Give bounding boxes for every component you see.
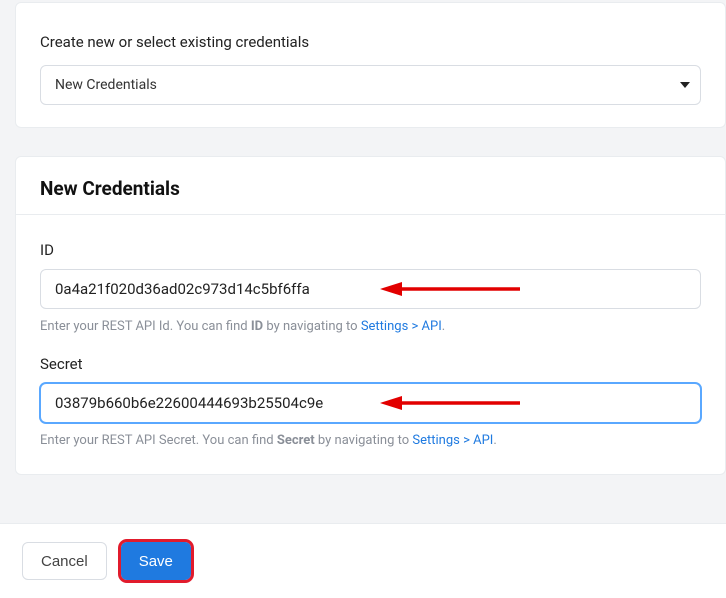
id-hint-prefix: Enter your REST API Id. You can find (40, 319, 251, 334)
card-title: New Credentials (40, 177, 701, 200)
credentials-dropdown-value: New Credentials (55, 77, 157, 93)
credentials-dropdown[interactable]: New Credentials (40, 65, 701, 105)
secret-hint-link[interactable]: Settings > API (412, 433, 493, 448)
secret-input[interactable] (40, 383, 701, 423)
secret-hint-suffix: . (493, 433, 496, 448)
id-input[interactable] (40, 269, 701, 309)
secret-hint-middle: by navigating to (315, 433, 413, 448)
chevron-down-icon (680, 82, 690, 88)
credentials-select-label: Create new or select existing credential… (40, 33, 701, 51)
id-hint-bold: ID (251, 319, 263, 334)
save-button[interactable]: Save (121, 542, 191, 580)
id-hint-link[interactable]: Settings > API (361, 319, 442, 334)
id-field-wrap (40, 269, 701, 309)
footer-bar: Cancel Save (0, 523, 726, 598)
card-header: New Credentials (16, 157, 725, 215)
secret-field-wrap (40, 383, 701, 423)
id-label: ID (40, 241, 701, 259)
secret-hint-bold: Secret (277, 433, 315, 448)
id-hint-middle: by navigating to (263, 319, 361, 334)
new-credentials-card: New Credentials ID Enter your REST API I… (15, 156, 726, 475)
cancel-button[interactable]: Cancel (22, 542, 107, 580)
secret-label: Secret (40, 355, 701, 373)
id-hint-suffix: . (442, 319, 445, 334)
secret-hint: Enter your REST API Secret. You can find… (40, 431, 701, 451)
id-hint: Enter your REST API Id. You can find ID … (40, 317, 701, 337)
credentials-select-card: Create new or select existing credential… (15, 2, 726, 128)
secret-hint-prefix: Enter your REST API Secret. You can find (40, 433, 277, 448)
